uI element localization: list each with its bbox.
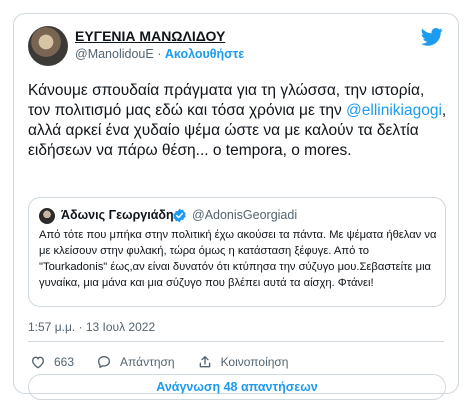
read-replies-button[interactable]: Ανάγνωση 48 απαντήσεων (28, 374, 446, 400)
reply-button[interactable]: Απάντηση (96, 354, 175, 370)
tweet-card: ΕΥΓΕΝΙΑ ΜΑΝΩΛΙΔΟΥ @ManolidouE · Ακολουθή… (13, 13, 459, 400)
author-avatar[interactable] (28, 26, 68, 66)
share-button[interactable]: Κοινοποίηση (197, 354, 289, 370)
quoted-author-name: Άδωνις Γεωργιάδης (61, 208, 181, 222)
reply-label: Απάντηση (120, 355, 175, 369)
share-label: Κοινοποίηση (220, 355, 289, 369)
twitter-bird-icon[interactable] (421, 27, 443, 47)
author-handle-row: @ManolidouE · Ακολουθήστε (75, 47, 244, 61)
mention-link[interactable]: @ellinikiagogi (346, 102, 442, 119)
divider (28, 341, 444, 342)
reply-icon (98, 356, 111, 368)
verified-badge-icon (173, 208, 186, 223)
like-count: 663 (54, 355, 75, 369)
share-icon (199, 356, 210, 368)
heart-icon (31, 356, 45, 369)
handle-separator: · (157, 47, 162, 61)
action-bar: 663 Απάντηση Κοινοποίηση (30, 353, 310, 371)
quoted-tweet[interactable]: Άδωνις Γεωργιάδης @AdonisGeorgiadi Από τ… (28, 197, 446, 307)
tweet-timestamp[interactable]: 1:57 μ.μ. · 13 Ιουλ 2022 (28, 320, 155, 334)
tweet-text: Κάνουμε σπουδαία πράγματα για τη γλώσσα,… (28, 81, 448, 161)
quoted-tweet-text: Από τότε που μπήκα στην πολιτική έχω ακο… (39, 229, 437, 289)
author-name[interactable]: ΕΥΓΕΝΙΑ ΜΑΝΩΛΙΔΟΥ (75, 28, 225, 44)
follow-link[interactable]: Ακολουθήστε (165, 47, 244, 61)
quoted-author-avatar (39, 208, 55, 224)
author-handle[interactable]: @ManolidouE (75, 47, 154, 61)
like-button[interactable]: 663 (30, 354, 74, 370)
quoted-author-handle: @AdonisGeorgiadi (192, 208, 298, 222)
